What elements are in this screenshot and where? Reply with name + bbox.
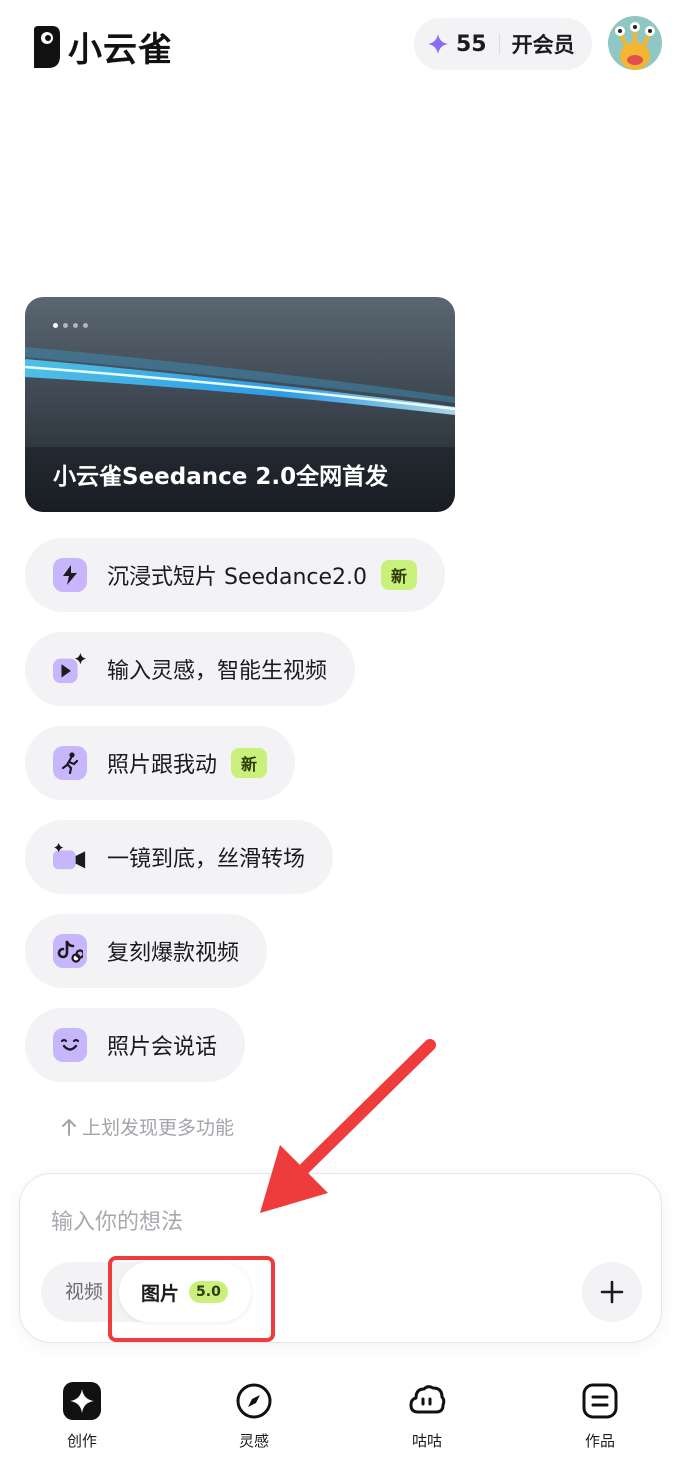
swipe-up-hint: 上划发现更多功能: [62, 1113, 234, 1140]
app-logo: 小云雀: [30, 22, 173, 71]
compass-icon: [236, 1383, 272, 1419]
nav-label: 创作: [66, 1432, 97, 1450]
prompt-composer: 输入你的想法 视频 图片 5.0: [19, 1173, 662, 1343]
hint-text: 上划发现更多功能: [82, 1117, 235, 1139]
carousel-dot: [73, 323, 78, 328]
vip-label: 开会员: [511, 33, 575, 57]
mode-video-tab[interactable]: 视频: [65, 1262, 103, 1322]
divider: [498, 34, 500, 54]
video-camera-icon: [53, 840, 87, 874]
bottom-nav: 创作 灵感 咕咕 作品: [0, 1370, 676, 1458]
mode-image-tab[interactable]: 图片 5.0: [119, 1262, 251, 1322]
nav-inspiration[interactable]: 灵感: [214, 1382, 294, 1451]
carousel-dot: [83, 323, 88, 328]
feature-immersive-short[interactable]: 沉浸式短片 Seedance2.0 新: [25, 538, 446, 612]
nav-label: 作品: [584, 1432, 615, 1450]
feature-label: 输入灵感，智能生视频: [107, 659, 328, 684]
feature-label: 沉浸式短片 Seedance2.0: [107, 565, 368, 590]
nav-create[interactable]: 创作: [42, 1382, 122, 1451]
nav-label: 咕咕: [411, 1432, 442, 1450]
avatar[interactable]: [608, 16, 662, 70]
add-attachment-button[interactable]: [582, 1262, 642, 1322]
feature-photo-follow-me[interactable]: 照片跟我动 新: [25, 726, 296, 800]
avatar-monster-icon: [608, 16, 662, 70]
feature-label: 照片跟我动: [107, 753, 218, 778]
lightning-icon: [53, 558, 87, 592]
top-bar: 小云雀 55 开会员: [0, 0, 676, 90]
running-person-icon: [53, 746, 87, 780]
sparkle-icon: [428, 34, 448, 54]
feature-photo-talk[interactable]: 照片会说话: [25, 1008, 246, 1082]
plus-icon: [600, 1280, 624, 1304]
nav-works[interactable]: 作品: [560, 1382, 640, 1451]
logo-bird-icon: [34, 25, 60, 68]
cloud-face-icon: [409, 1385, 446, 1414]
tiktok-link-icon: [53, 934, 87, 968]
mode-image-label: 图片: [141, 1282, 180, 1305]
mode-switcher: 视频 图片 5.0: [41, 1262, 251, 1322]
play-sparkle-icon: [53, 652, 87, 686]
carousel-dot: [63, 323, 68, 328]
credits-vip-button[interactable]: 55 开会员: [414, 18, 592, 70]
idea-input[interactable]: 输入你的想法: [51, 1204, 183, 1236]
credits-count: 55: [456, 31, 487, 57]
arrow-up-icon: [62, 1118, 76, 1136]
logo-text: 小云雀: [68, 30, 173, 70]
version-badge: 5.0: [189, 1281, 228, 1303]
works-list-icon: [582, 1383, 618, 1419]
carousel-dot: [53, 323, 58, 328]
nav-label: 灵感: [238, 1432, 269, 1450]
new-badge: 新: [231, 748, 268, 778]
new-badge: 新: [381, 560, 418, 590]
feature-label: 复刻爆款视频: [107, 941, 240, 966]
promo-banner[interactable]: 小云雀Seedance 2.0全网首发: [25, 297, 455, 512]
carousel-dots: [53, 323, 88, 328]
nav-gugu[interactable]: 咕咕: [387, 1382, 467, 1451]
create-sparkle-icon: [63, 1382, 101, 1420]
banner-title: 小云雀Seedance 2.0全网首发: [53, 464, 389, 490]
smile-face-icon: [53, 1028, 87, 1062]
feature-replicate-viral[interactable]: 复刻爆款视频: [25, 914, 268, 988]
feature-label: 照片会说话: [107, 1035, 218, 1060]
feature-one-take[interactable]: 一镜到底，丝滑转场: [25, 820, 334, 894]
feature-idea-to-video[interactable]: 输入灵感，智能生视频: [25, 632, 356, 706]
feature-label: 一镜到底，丝滑转场: [107, 847, 306, 872]
